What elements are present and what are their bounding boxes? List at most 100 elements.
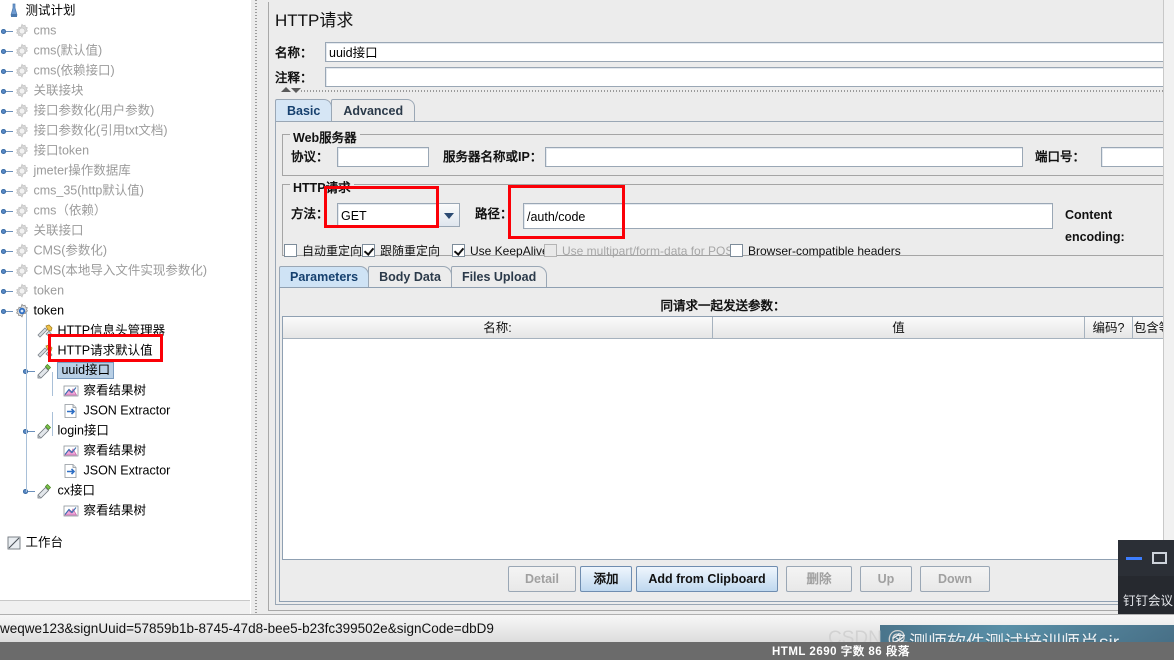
tree-expand-handle[interactable] — [0, 261, 14, 281]
tree-expand-handle[interactable] — [0, 41, 14, 61]
tree-item[interactable]: 关联接口 — [0, 220, 84, 240]
minimize-icon[interactable] — [1126, 557, 1142, 560]
tree-item[interactable]: 测试计划 — [0, 0, 76, 20]
checkbox-0[interactable] — [284, 244, 297, 257]
tree-expand-handle[interactable] — [22, 361, 36, 381]
tree-item[interactable]: cms(默认值) — [0, 40, 102, 60]
tree-item[interactable]: 接口参数化(引用txt文档) — [0, 120, 168, 140]
button-detail[interactable]: Detail — [508, 566, 576, 592]
tree-item[interactable]: CMS(参数化) — [0, 240, 107, 260]
method-combobox[interactable]: GET — [337, 203, 437, 227]
tree-item[interactable]: HTTP信息头管理器 — [0, 320, 165, 340]
tree-item[interactable]: cms(依赖接口) — [0, 60, 115, 80]
tree-expand-handle[interactable] — [0, 161, 14, 181]
server-name-input[interactable] — [545, 147, 1023, 167]
tree-expand-handle[interactable] — [0, 101, 14, 121]
panel-vertical-scrollbar[interactable] — [1163, 0, 1174, 614]
web-server-legend: Web服务器 — [290, 127, 360, 146]
panel-splitter[interactable] — [250, 0, 264, 614]
tree-item[interactable]: uuid接口 — [0, 360, 115, 381]
tab-parameters[interactable]: Parameters — [279, 266, 370, 287]
tree-horizontal-scrollbar[interactable] — [0, 600, 250, 615]
tab-advanced[interactable]: Advanced — [331, 99, 416, 121]
tree-item-label: cms（依赖） — [33, 203, 107, 218]
tree-item[interactable]: cms_35(http默认值) — [0, 180, 144, 200]
tree-item[interactable]: 察看结果树 — [0, 440, 146, 460]
thread-group-icon — [14, 223, 30, 239]
tree-expand-handle[interactable] — [22, 421, 36, 441]
thread-group-icon — [14, 143, 30, 159]
tree-expand-handle[interactable] — [0, 21, 14, 41]
tree-item[interactable]: 接口token — [0, 140, 89, 160]
button-添加[interactable]: 添加 — [580, 566, 632, 592]
thread-group-icon — [14, 103, 30, 119]
checkbox-label-0: 自动重定向 — [302, 244, 363, 258]
checkbox-4[interactable] — [730, 244, 743, 257]
tree-item[interactable]: 关联接块 — [0, 80, 84, 100]
parameters-table[interactable]: 名称: 值编码? 包含等 — [282, 316, 1173, 560]
checkbox-1[interactable] — [362, 244, 375, 257]
tree-expand-handle[interactable] — [22, 481, 36, 501]
tree-expand-handle[interactable] — [0, 61, 14, 81]
method-dropdown-arrow[interactable] — [438, 203, 460, 227]
tree-expand-handle[interactable] — [0, 141, 14, 161]
thread-group-icon — [14, 23, 30, 39]
view-results-tree-icon — [62, 383, 80, 399]
parameters-tabs[interactable]: Parameters Body Data Files Upload — [279, 266, 548, 288]
tree-item[interactable]: cms — [0, 20, 56, 40]
test-plan-tree[interactable]: 测试计划 cms cms(默认值) cms(依赖接口) 关联接块 接口参数化(用… — [0, 0, 251, 614]
table-header-cell[interactable]: 编码? — [1085, 317, 1133, 339]
tree-item[interactable]: jmeter操作数据库 — [0, 160, 131, 180]
tree-item[interactable]: token — [0, 280, 64, 300]
protocol-label: 协议： — [291, 150, 329, 164]
checkbox-3[interactable] — [544, 244, 557, 257]
tree-expand-handle[interactable] — [0, 241, 14, 261]
tree-expand-handle[interactable] — [0, 201, 14, 221]
parameters-table-body[interactable] — [283, 339, 1169, 559]
collapse-down-icon[interactable] — [291, 88, 301, 93]
thread-group-active-icon — [14, 303, 30, 319]
tree-item-label: login接口 — [57, 423, 109, 438]
button-up[interactable]: Up — [860, 566, 912, 592]
tree-item[interactable]: login接口 — [0, 420, 109, 440]
tab-basic[interactable]: Basic — [275, 99, 333, 121]
tree-item[interactable]: HTTP请求默认值 — [0, 340, 153, 360]
request-options-checkboxes[interactable]: 自动重定向 跟随重定向 Use KeepAlive Use multipart/for… — [284, 244, 1164, 260]
path-input[interactable]: /auth/code — [523, 203, 1053, 229]
button-删除[interactable]: 删除 — [786, 566, 852, 592]
button-add-from-clipboard[interactable]: Add from Clipboard — [636, 566, 778, 592]
parameters-button-row[interactable]: Detail 添加 Add from Clipboard 删除 Up Down — [280, 566, 1170, 594]
tree-item-label: 察看结果树 — [83, 443, 146, 458]
tree-item[interactable]: token — [0, 300, 64, 320]
tree-item-label: 察看结果树 — [83, 383, 146, 398]
button-down[interactable]: Down — [920, 566, 990, 592]
basic-advanced-tabs[interactable]: Basic Advanced — [275, 99, 416, 122]
json-extractor-icon — [62, 403, 80, 419]
collapse-strip[interactable] — [275, 86, 1174, 95]
tree-item[interactable]: CMS(本地导入文件实现参数化) — [0, 260, 207, 280]
table-header-cell[interactable]: 值 — [713, 317, 1085, 339]
tree-item[interactable]: cms（依赖） — [0, 200, 106, 220]
protocol-input[interactable] — [337, 147, 429, 167]
tree-item-label: cx接口 — [57, 483, 95, 498]
tree-item[interactable]: 察看结果树 — [0, 500, 146, 520]
tab-files-upload[interactable]: Files Upload — [450, 266, 548, 287]
tree-expand-handle[interactable] — [0, 181, 14, 201]
collapse-up-icon[interactable] — [281, 87, 291, 92]
content-encoding-label: Content encoding: — [1065, 208, 1125, 244]
tree-expand-handle[interactable] — [0, 81, 14, 101]
table-header-cell[interactable]: 名称: — [283, 317, 713, 339]
tree-item[interactable]: 察看结果树 — [0, 380, 146, 400]
tree-expand-handle[interactable] — [0, 121, 14, 141]
tree-item[interactable]: 工作台 — [0, 532, 63, 552]
comment-input[interactable] — [325, 67, 1173, 87]
tree-expand-handle[interactable] — [0, 221, 14, 241]
tab-body-data[interactable]: Body Data — [368, 266, 452, 287]
name-input[interactable]: uuid接口 — [325, 42, 1173, 62]
tree-expand-handle[interactable] — [0, 301, 14, 321]
tree-expand-handle[interactable] — [0, 281, 14, 301]
checkbox-2[interactable] — [452, 244, 465, 257]
tree-item[interactable]: cx接口 — [0, 480, 95, 500]
maximize-icon[interactable] — [1152, 552, 1167, 564]
tree-item[interactable]: 接口参数化(用户参数) — [0, 100, 154, 120]
